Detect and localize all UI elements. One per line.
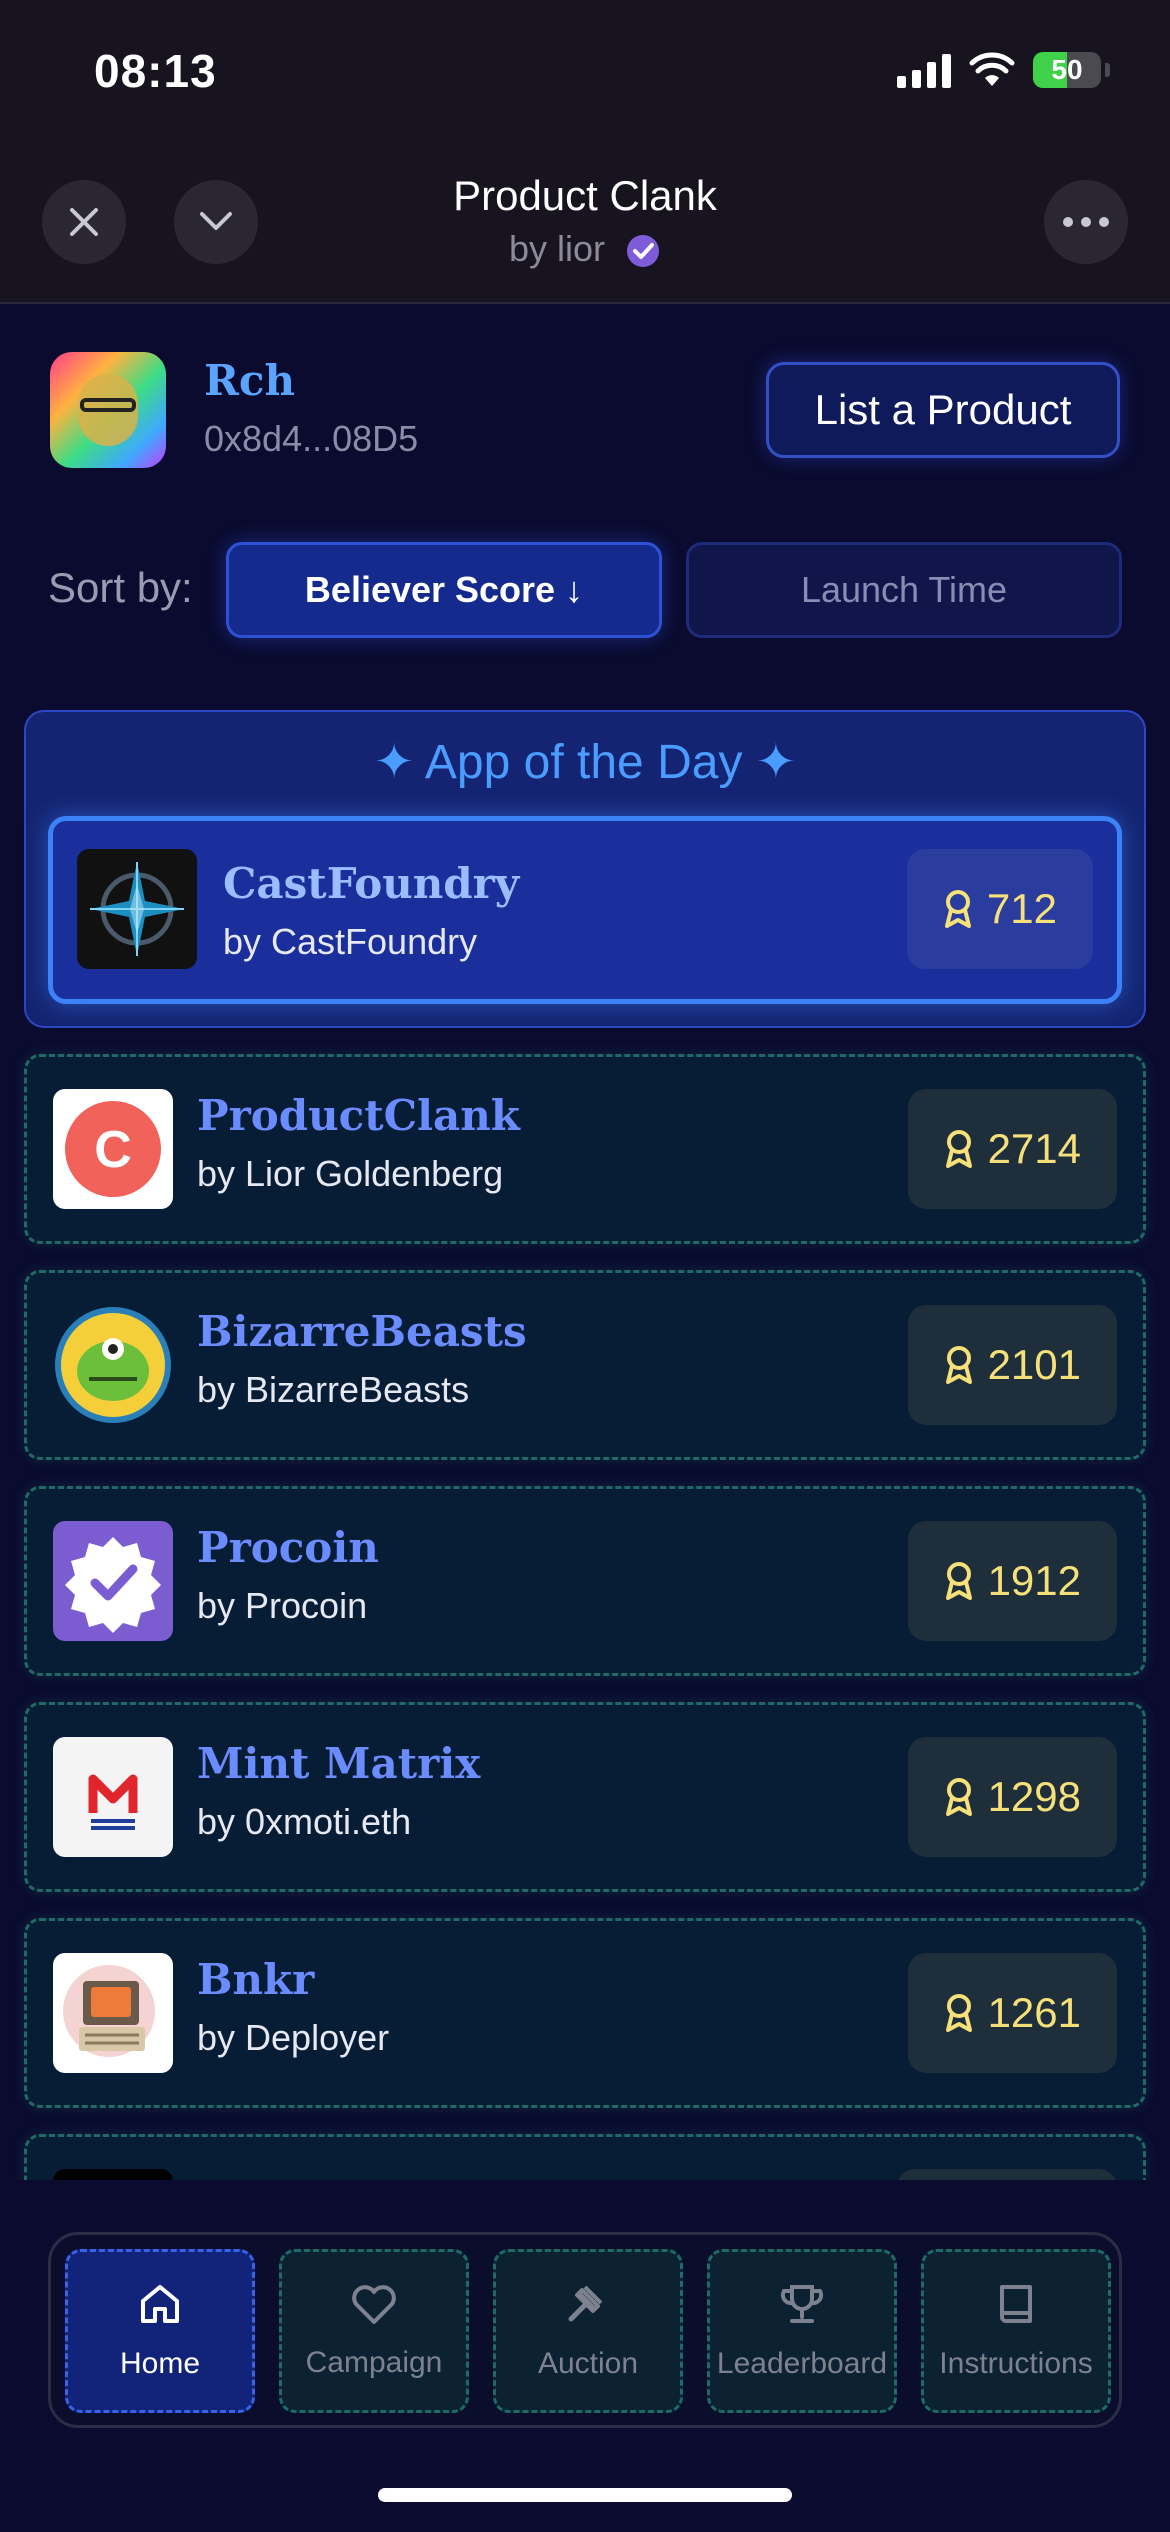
product-author: by CastFoundry — [223, 921, 478, 962]
status-time: 08:13 — [94, 45, 217, 97]
product-name: Mint Matrix — [197, 1739, 481, 1788]
verified-badge-icon — [627, 235, 660, 268]
score-value: 1912 — [987, 1557, 1081, 1604]
procoin-logo — [53, 1521, 173, 1641]
product-author: by 0xmoti.eth — [197, 1801, 412, 1842]
app-of-the-day-title: ✦ App of the Day ✦ — [374, 736, 796, 789]
score-value: 1298 — [987, 1773, 1081, 1820]
heart-icon — [352, 2285, 396, 2324]
castfoundry-logo — [77, 849, 197, 969]
mint-matrix-logo — [53, 1737, 173, 1857]
product-card[interactable]: Mint Matrix by 0xmoti.eth 1298 — [24, 1702, 1146, 1892]
svg-text:C: C — [94, 1121, 132, 1179]
score-value: 2101 — [987, 1341, 1081, 1388]
home-indicator — [378, 2488, 792, 2502]
bizarrebeasts-logo — [53, 1305, 173, 1425]
list-product-button[interactable]: List a Product — [766, 362, 1120, 458]
believer-score-badge[interactable]: 1912 — [907, 1521, 1117, 1641]
product-name: Procoin — [197, 1523, 379, 1572]
nav-campaign[interactable]: Campaign — [279, 2249, 469, 2413]
product-name: ProductClank — [197, 1091, 520, 1140]
app-of-the-day-card[interactable]: CastFoundry by CastFoundry 712 — [48, 816, 1122, 1004]
nav-label: Auction — [537, 2347, 639, 2380]
signal-icon — [897, 52, 951, 88]
sort-believer-score-button[interactable]: Believer Score ↓ — [226, 542, 662, 638]
nav-instructions[interactable]: Instructions — [921, 2249, 1111, 2413]
book-icon — [1000, 2285, 1032, 2323]
score-value: 1261 — [987, 1989, 1081, 2036]
believer-score-badge[interactable]: 2101 — [907, 1305, 1117, 1425]
award-icon — [945, 1130, 972, 1168]
page-subtitle: by lior — [0, 228, 1170, 270]
score-value: 2714 — [987, 1125, 1081, 1172]
award-icon — [945, 1778, 972, 1816]
more-icon — [1063, 217, 1109, 227]
nav-label: Home — [119, 2347, 201, 2380]
award-icon — [944, 890, 971, 928]
author-label: by lior — [508, 228, 605, 269]
avatar[interactable] — [50, 352, 166, 468]
nav-home[interactable]: Home — [65, 2249, 255, 2413]
sort-launch-time-button[interactable]: Launch Time — [686, 542, 1122, 638]
gavel-icon — [568, 2285, 603, 2322]
award-icon — [945, 1994, 972, 2032]
trophy-icon — [780, 2285, 824, 2323]
believer-score-badge[interactable]: 1261 — [907, 1953, 1117, 2073]
award-icon — [945, 1346, 972, 1384]
battery-level: 50 — [1051, 54, 1083, 85]
battery-icon: 50 — [1033, 52, 1101, 88]
nav-label: Leaderboard — [716, 2347, 888, 2380]
believer-score-badge[interactable]: 2714 — [907, 1089, 1117, 1209]
product-name: CastFoundry — [223, 859, 520, 908]
nav-label: Instructions — [939, 2347, 1093, 2380]
product-author: by Procoin — [197, 1585, 368, 1626]
product-card[interactable]: BizarreBeasts by BizarreBeasts 2101 — [24, 1270, 1146, 1460]
home-icon — [141, 2285, 179, 2323]
productclank-logo: C — [53, 1089, 173, 1209]
product-card[interactable]: Procoin by Procoin 1912 — [24, 1486, 1146, 1676]
more-options-button[interactable] — [1044, 180, 1128, 264]
believer-score-badge[interactable]: 1298 — [907, 1737, 1117, 1857]
product-name: Bnkr — [197, 1955, 315, 2004]
wallet-address: 0x8d4...08D5 — [204, 418, 419, 459]
nav-leaderboard[interactable]: Leaderboard — [707, 2249, 897, 2413]
score-value: 712 — [986, 885, 1057, 932]
product-author: by Lior Goldenberg — [197, 1153, 504, 1194]
nav-auction[interactable]: Auction — [493, 2249, 683, 2413]
product-card[interactable]: Bnkr by Deployer 1261 — [24, 1918, 1146, 2108]
bnkr-logo — [53, 1953, 173, 2073]
believer-score-badge[interactable]: 712 — [906, 849, 1093, 969]
bottom-nav: Home Campaign Auction Leaderboard Instru… — [48, 2232, 1122, 2428]
product-card[interactable]: C ProductClank by Lior Goldenberg 2714 — [24, 1054, 1146, 1244]
sort-label: Sort by: — [48, 564, 193, 611]
product-author: by Deployer — [197, 2017, 390, 2058]
nav-label: Campaign — [305, 2346, 443, 2379]
app-header: 08:13 50 Product Clank by lior — [0, 0, 1170, 304]
app-of-the-day-section: ✦ App of the Day ✦ CastFoundry by CastFo… — [24, 710, 1146, 1028]
product-author: by BizarreBeasts — [197, 1369, 470, 1410]
username: Rch — [204, 356, 296, 405]
product-name: BizarreBeasts — [197, 1307, 527, 1356]
wifi-icon — [969, 52, 1015, 86]
award-icon — [945, 1562, 972, 1600]
page-title: Product Clank — [453, 172, 717, 219]
status-icons: 50 — [897, 52, 1110, 88]
